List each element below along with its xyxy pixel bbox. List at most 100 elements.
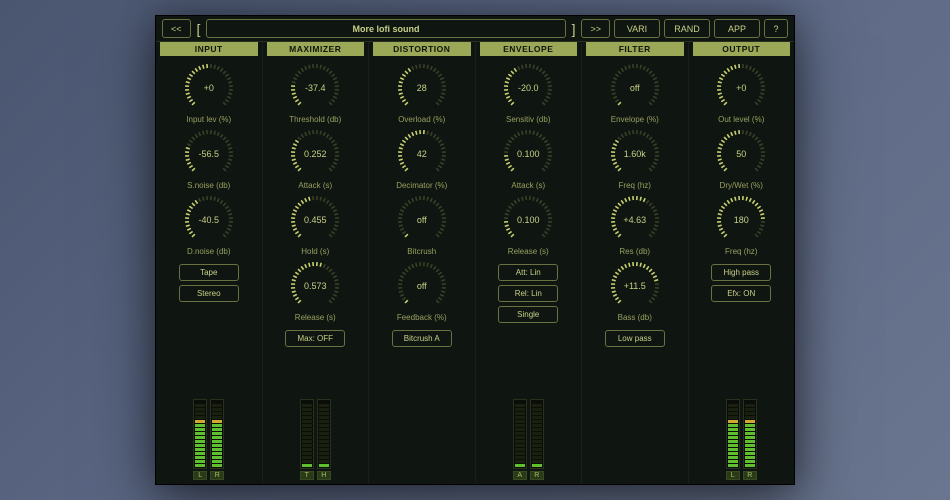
maximizer-knob-0-value: -37.4 — [305, 83, 326, 93]
output-meter-label-0: L — [726, 471, 740, 480]
input-knob-1-value: -56.5 — [198, 149, 219, 159]
envelope-meter-label-1: R — [530, 471, 544, 480]
attack-mode-button[interactable]: Att: Lin — [498, 264, 558, 281]
maximizer-knobs: -37.4 Threshold (db) 0.252Attack (s) 0.455 H… — [289, 62, 341, 326]
rand-button[interactable]: RAND — [664, 19, 710, 38]
input-knob-2-label: D.noise (db) — [187, 247, 231, 256]
input-column: INPUT +0Input lev (%)-56.5S.noise (db)-4… — [156, 42, 263, 484]
output-knob-2-label: Freq (hz) — [725, 247, 757, 256]
input-knob-1[interactable]: -56.5 — [183, 128, 235, 180]
input-header: INPUT — [160, 42, 258, 56]
filter-knob-3-label: Bass (db) — [618, 313, 652, 322]
filter-knob-2[interactable]: +4.63 — [609, 194, 661, 246]
envelope-column: ENVELOPE -20.0Sensitiv (db)0.100Attack (… — [476, 42, 583, 484]
envelope-knob-1[interactable]: 0.100 — [502, 128, 554, 180]
distortion-knob-1-label: Decimator (%) — [396, 181, 447, 190]
envelope-meter-bar-0 — [513, 399, 527, 469]
distortion-knob-2[interactable]: off — [396, 194, 448, 246]
output-knob-1-value: 50 — [736, 149, 746, 159]
filter-knob-1-value: 1.60k — [624, 149, 646, 159]
bitcrush-mode-button[interactable]: Bitcrush A — [392, 330, 452, 347]
maximizer-knob-3-label: Release (s) — [295, 313, 336, 322]
input-meter-bar-0 — [193, 399, 207, 469]
maximizer-meter-label-1: H — [317, 471, 331, 480]
help-button[interactable]: ? — [764, 19, 788, 38]
filter-knob-3[interactable]: +11.5 — [609, 260, 661, 312]
preset-next-button[interactable]: >> — [581, 19, 610, 38]
output-knob-1-label: Dry/Wet (%) — [720, 181, 763, 190]
filter-knob-1-label: Freq (hz) — [619, 181, 651, 190]
distortion-knobs: 28Overload (%)42Decimator (%)offBitcrush… — [396, 62, 448, 326]
input-knob-0[interactable]: +0 — [183, 62, 235, 114]
distortion-knob-1-value: 42 — [417, 149, 427, 159]
maximizer-knob-0-label: Threshold (db) — [289, 115, 341, 124]
output-knob-0-label: Out level (%) — [718, 115, 764, 124]
filter-header: FILTER — [586, 42, 684, 56]
envelope-header: ENVELOPE — [480, 42, 578, 56]
filter-knob-0[interactable]: off — [609, 62, 661, 114]
distortion-knob-3-label: Feedback (%) — [397, 313, 447, 322]
maximizer-header: MAXIMIZER — [267, 42, 365, 56]
filter-knob-3-value: +11.5 — [624, 281, 646, 291]
maximizer-knob-3-value: 0.573 — [304, 281, 327, 291]
release-mode-button[interactable]: Rel: Lin — [498, 285, 558, 302]
maximizer-knob-1[interactable]: 0.252 — [289, 128, 341, 180]
envelope-knob-2-value: 0.100 — [517, 215, 540, 225]
input-knob-2-value: -40.5 — [198, 215, 219, 225]
input-knob-2[interactable]: -40.5 — [183, 194, 235, 246]
highpass-button[interactable]: High pass — [711, 264, 771, 281]
output-knob-0[interactable]: +0 — [715, 62, 767, 114]
topbar: << [ More lofi sound ] >> VARI RAND APP … — [156, 16, 794, 42]
output-knob-1[interactable]: 50 — [715, 128, 767, 180]
filter-knob-2-value: +4.63 — [623, 215, 646, 225]
input-meter-label-0: L — [193, 471, 207, 480]
output-meter-bar-0 — [726, 399, 740, 469]
envelope-knob-0[interactable]: -20.0 — [502, 62, 554, 114]
max-toggle-button[interactable]: Max: OFF — [285, 330, 345, 347]
app-button[interactable]: APP — [714, 19, 760, 38]
maximizer-knob-2-value: 0.455 — [304, 215, 327, 225]
output-meter-label-1: R — [743, 471, 757, 480]
distortion-knob-3[interactable]: off — [396, 260, 448, 312]
input-knobs: +0Input lev (%)-56.5S.noise (db)-40.5D.n… — [183, 62, 235, 260]
vari-button[interactable]: VARI — [614, 19, 660, 38]
filter-type-button[interactable]: Low pass — [605, 330, 665, 347]
output-header: OUTPUT — [693, 42, 791, 56]
preset-prev-button[interactable]: << — [162, 19, 191, 38]
filter-column: FILTER offEnvelope (%) 1.60k Freq (hz) +4.6… — [582, 42, 689, 484]
envelope-knobs: -20.0Sensitiv (db)0.100Attack (s)0.100Re… — [502, 62, 554, 260]
stereo-button[interactable]: Stereo — [179, 285, 239, 302]
output-column: OUTPUT +0Out level (%) 50 Dry/Wet (%) 180Fr… — [689, 42, 795, 484]
maximizer-knob-2-label: Hold (s) — [301, 247, 329, 256]
distortion-knob-0[interactable]: 28 — [396, 62, 448, 114]
tape-button[interactable]: Tape — [179, 264, 239, 281]
bracket-right: ] — [570, 19, 578, 38]
output-meter: LR — [726, 397, 757, 480]
envelope-knob-2[interactable]: 0.100 — [502, 194, 554, 246]
envelope-knob-0-value: -20.0 — [518, 83, 539, 93]
efx-toggle-button[interactable]: Efx: ON — [711, 285, 771, 302]
distortion-knob-0-value: 28 — [417, 83, 427, 93]
distortion-knob-2-label: Bitcrush — [407, 247, 436, 256]
single-mode-button[interactable]: Single — [498, 306, 558, 323]
maximizer-knob-3[interactable]: 0.573 — [289, 260, 341, 312]
filter-knob-0-label: Envelope (%) — [611, 115, 659, 124]
distortion-header: DISTORTION — [373, 42, 471, 56]
output-meter-bar-1 — [743, 399, 757, 469]
bracket-left: [ — [195, 19, 203, 38]
output-knob-2[interactable]: 180 — [715, 194, 767, 246]
input-knob-0-value: +0 — [204, 83, 214, 93]
input-meter-bar-1 — [210, 399, 224, 469]
envelope-meter: AR — [513, 397, 544, 480]
maximizer-column: MAXIMIZER -37.4 Threshold (db) 0.252Attack… — [263, 42, 370, 484]
maximizer-knob-2[interactable]: 0.455 — [289, 194, 341, 246]
envelope-knob-1-value: 0.100 — [517, 149, 540, 159]
maximizer-knob-1-label: Attack (s) — [298, 181, 332, 190]
input-knob-1-label: S.noise (db) — [187, 181, 230, 190]
distortion-knob-1[interactable]: 42 — [396, 128, 448, 180]
filter-knob-1[interactable]: 1.60k — [609, 128, 661, 180]
maximizer-knob-0[interactable]: -37.4 — [289, 62, 341, 114]
preset-name-display[interactable]: More lofi sound — [206, 19, 565, 38]
maximizer-meter: TH — [300, 397, 331, 480]
input-meter: LR — [193, 397, 224, 480]
